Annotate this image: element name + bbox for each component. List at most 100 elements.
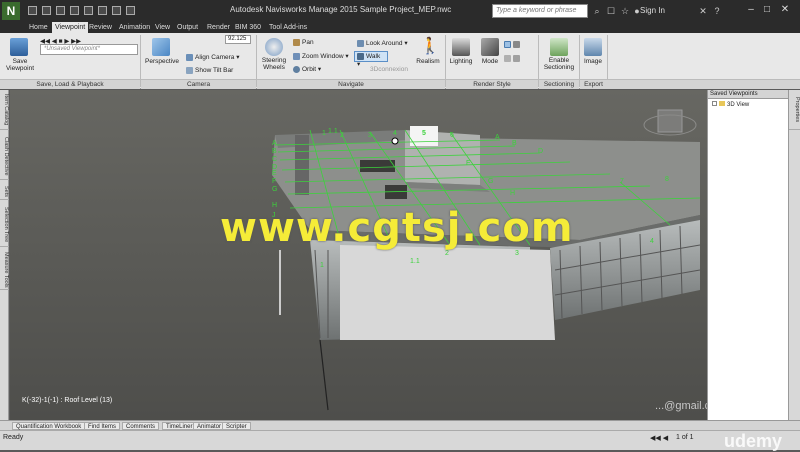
enable-sectioning-button[interactable]: Enable Sectioning bbox=[539, 57, 579, 71]
tab-home[interactable]: Home bbox=[26, 22, 51, 33]
maximize-button[interactable]: □ bbox=[760, 3, 774, 17]
tab-review[interactable]: Review bbox=[86, 22, 115, 33]
page-indicator: 1 of 1 bbox=[676, 434, 694, 441]
subscription-icon[interactable]: ☐ bbox=[606, 6, 616, 16]
steering-wheels-button[interactable]: Steering Wheels bbox=[258, 57, 290, 71]
show-tilt-bar-button[interactable]: Show Tilt Bar bbox=[186, 67, 233, 74]
render-mode-icon[interactable] bbox=[481, 38, 499, 56]
tab-selection-tree[interactable]: Selection Tree bbox=[0, 203, 9, 247]
grid-label: F bbox=[272, 178, 277, 185]
camera-icon[interactable] bbox=[10, 38, 28, 56]
tab-sets[interactable]: Sets bbox=[0, 184, 9, 200]
tab-view[interactable]: View bbox=[152, 22, 173, 33]
status-bar: Ready ◀◀ ◀ 1 of 1 udemy bbox=[0, 430, 800, 451]
render-style-toggles-2[interactable] bbox=[504, 55, 522, 62]
tab-quantification-workbook[interactable]: Quantification Workbook bbox=[12, 422, 86, 430]
pan-icon bbox=[293, 39, 300, 46]
group-navigate: Navigate bbox=[257, 79, 445, 89]
undo-icon[interactable] bbox=[84, 6, 93, 15]
viewpoint-dropdown[interactable]: *Unsaved Viewpoint* bbox=[40, 44, 138, 55]
grid-label: C bbox=[272, 156, 278, 163]
customize-icon[interactable] bbox=[126, 6, 135, 15]
exchange-icon[interactable]: ✕ bbox=[698, 6, 708, 16]
realism-figure-icon[interactable]: 🚶 bbox=[420, 38, 440, 56]
image-icon[interactable] bbox=[584, 38, 602, 56]
app-logo[interactable]: N bbox=[2, 2, 20, 20]
grid-label: 4 bbox=[650, 238, 654, 245]
tilt-bar-icon bbox=[186, 67, 193, 74]
tab-comments[interactable]: Comments bbox=[122, 422, 160, 430]
zoom-window-button[interactable]: Zoom Window ▾ bbox=[293, 52, 349, 60]
steering-wheel-icon[interactable] bbox=[265, 38, 283, 56]
communication-icon[interactable]: ☆ bbox=[620, 6, 630, 16]
redo-icon[interactable] bbox=[98, 6, 107, 15]
grid-label: 4 bbox=[393, 130, 397, 137]
sign-in-link[interactable]: Sign In bbox=[640, 6, 665, 15]
group-render-style: Render Style bbox=[446, 79, 538, 89]
orbit-icon bbox=[293, 65, 300, 73]
tab-measure-tools[interactable]: Measure Tools bbox=[0, 250, 9, 290]
pan-button[interactable]: Pan bbox=[293, 39, 314, 46]
grid-label: 1.1 bbox=[328, 128, 338, 135]
folder-icon bbox=[719, 101, 725, 106]
print-icon[interactable] bbox=[70, 6, 79, 15]
close-button[interactable]: ✕ bbox=[778, 3, 792, 17]
tab-properties[interactable]: Properties bbox=[789, 90, 800, 130]
building-model[interactable] bbox=[10, 90, 707, 420]
tab-tool-addins[interactable]: Tool Add-ins bbox=[266, 22, 310, 33]
tab-render[interactable]: Render bbox=[204, 22, 233, 33]
save-icon[interactable] bbox=[42, 6, 51, 15]
tab-timeliner[interactable]: TimeLiner bbox=[162, 422, 197, 430]
status-text: Ready bbox=[3, 434, 24, 441]
grid-label: G bbox=[488, 178, 494, 185]
tab-animation[interactable]: Animation bbox=[116, 22, 153, 33]
minimize-button[interactable]: – bbox=[744, 3, 758, 17]
tab-animator[interactable]: Animator bbox=[193, 422, 226, 430]
field-of-view-input[interactable]: 92.125 bbox=[225, 35, 251, 44]
eye-icon bbox=[357, 39, 364, 47]
3dconnexion-button[interactable]: 3Dconnexion bbox=[370, 66, 408, 73]
grid-label: E bbox=[272, 170, 277, 177]
orbit-button[interactable]: Orbit ▾ bbox=[293, 65, 321, 73]
search-icon[interactable]: ⌕ bbox=[592, 6, 602, 16]
left-dock-strip: Item Catalog Clash Detective Sets Select… bbox=[0, 90, 9, 430]
brand-watermark: udemy bbox=[724, 431, 783, 451]
3d-viewport[interactable]: 1 1.1 2 3 4 5 6 A B D E G H 7 8 A B C D … bbox=[10, 90, 707, 420]
save-viewpoint-button[interactable]: Save Viewpoint bbox=[4, 58, 36, 72]
sectioning-icon[interactable] bbox=[550, 38, 568, 56]
tab-scripter[interactable]: Scripter bbox=[222, 422, 251, 430]
tab-clash-detective[interactable]: Clash Detective bbox=[0, 134, 9, 180]
perspective-button[interactable]: Perspective bbox=[142, 58, 182, 65]
open-icon[interactable] bbox=[28, 6, 37, 15]
perspective-icon[interactable] bbox=[152, 38, 170, 56]
grid-label: 7 bbox=[620, 178, 624, 185]
lighting-icon[interactable] bbox=[452, 38, 470, 56]
tab-find-items[interactable]: Find Items bbox=[84, 422, 121, 430]
ribbon: Save Viewpoint ◀◀ ◀ ■ ▶ ▶▶ *Unsaved View… bbox=[0, 33, 800, 89]
prev-page-icon[interactable]: ◀◀ ◀ bbox=[650, 434, 668, 442]
walk-icon bbox=[357, 53, 364, 60]
realism-button[interactable]: Realism bbox=[412, 58, 444, 65]
grid-label: 1 bbox=[320, 262, 324, 269]
search-input[interactable]: Type a keyword or phrase bbox=[492, 4, 588, 18]
render-style-toggles[interactable] bbox=[504, 41, 522, 48]
image-button[interactable]: Image bbox=[580, 58, 606, 65]
mode-button[interactable]: Mode bbox=[476, 58, 504, 65]
look-around-button[interactable]: Look Around ▾ bbox=[357, 39, 408, 47]
window-title: Autodesk Navisworks Manage 2015 Sample P… bbox=[230, 5, 452, 14]
refresh-icon[interactable] bbox=[56, 6, 65, 15]
tab-bim360[interactable]: BIM 360 bbox=[232, 22, 264, 33]
ribbon-tabs: Home Viewpoint Review Animation View Out… bbox=[0, 22, 800, 33]
walk-button[interactable]: Walk ▾ bbox=[354, 51, 388, 68]
grid-label: 2 bbox=[445, 250, 449, 257]
help-icon[interactable]: ? bbox=[712, 6, 722, 16]
tab-viewpoint[interactable]: Viewpoint bbox=[52, 22, 89, 33]
align-camera-button[interactable]: Align Camera ▾ bbox=[186, 53, 239, 61]
group-save-load: Save, Load & Playback bbox=[0, 79, 140, 89]
select-icon[interactable] bbox=[112, 6, 121, 15]
tab-output[interactable]: Output bbox=[174, 22, 201, 33]
saved-viewpoint-item[interactable]: 3D View bbox=[712, 101, 749, 108]
lighting-button[interactable]: Lighting bbox=[446, 58, 476, 65]
expand-icon[interactable] bbox=[712, 101, 717, 106]
tab-item-catalog[interactable]: Item Catalog bbox=[0, 90, 9, 130]
